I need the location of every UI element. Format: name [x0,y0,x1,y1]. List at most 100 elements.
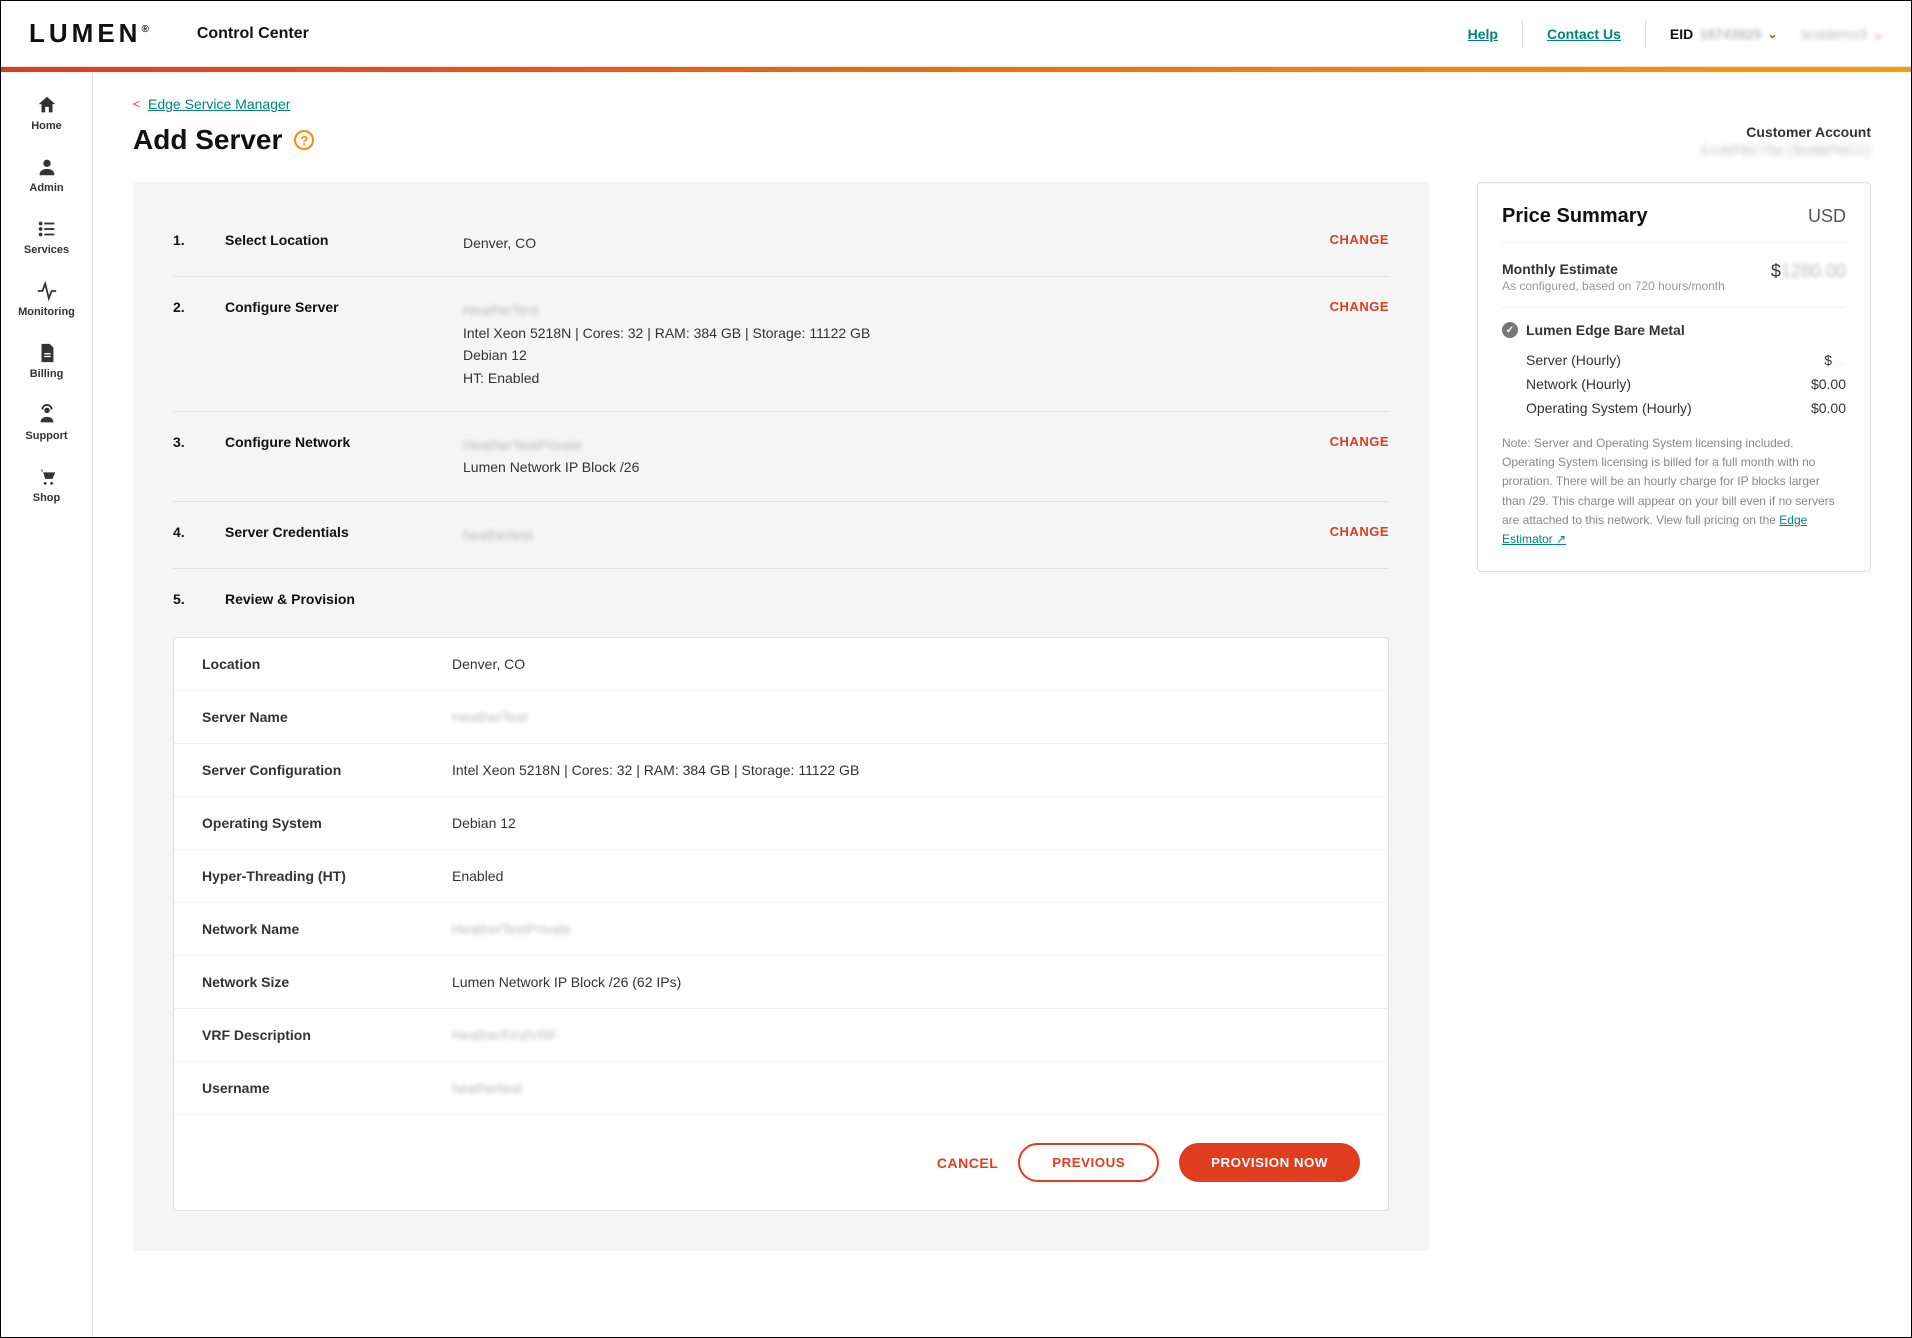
customer-account: Customer Account 5-LWP8C754 (TestBPNCC) [1700,124,1871,158]
monthly-estimate-sub: As configured, based on 720 hours/month [1502,279,1725,293]
review-row: Operating SystemDebian 12 [174,797,1388,850]
sidebar-item-label: Services [24,244,69,256]
wizard-panel: 1. Select Location Denver, CO CHANGE 2. … [133,182,1429,1251]
chevron-down-icon: ⌄ [1768,27,1778,41]
eid-dropdown[interactable]: EID 16743825 ⌄ [1670,26,1778,42]
product-name: Lumen Edge Bare Metal [1526,322,1685,338]
provision-now-button[interactable]: PROVISION NOW [1179,1143,1360,1182]
sidebar-item-monitoring[interactable]: Monitoring [1,268,92,330]
sidebar-item-home[interactable]: Home [1,82,92,144]
cancel-button[interactable]: CANCEL [937,1155,998,1171]
user-value: testdemo3 [1802,26,1867,42]
sidebar: Home Admin Services Monitoring Billing S… [1,72,93,1337]
step-number: 2. [173,299,197,389]
review-value: HeatherTest [452,709,1360,725]
line-item: Network (Hourly) $0.00 [1526,372,1846,396]
review-row: Server NameHeatherTest [174,691,1388,744]
server-ht: HT: Enabled [463,367,1302,389]
step-label: Server Credentials [225,524,435,546]
external-link-icon: ↗ [1556,532,1566,546]
review-value: Denver, CO [452,656,1360,672]
review-key: Network Name [202,921,452,937]
line-item-label: Server (Hourly) [1526,352,1621,368]
review-value: Enabled [452,868,1360,884]
step-label: Select Location [225,232,435,254]
review-row: LocationDenver, CO [174,638,1388,691]
step-label: Configure Server [225,299,435,389]
logo: LUMEN [29,18,149,49]
page-title: Add Server [133,124,282,156]
check-circle-icon: ✓ [1502,322,1518,338]
credentials-username: heathertest [463,524,1302,546]
help-link[interactable]: Help [1468,26,1498,42]
sidebar-item-support[interactable]: Support [1,392,92,454]
price-summary-title: Price Summary [1502,205,1648,228]
review-key: VRF Description [202,1027,452,1043]
eid-label: EID [1670,26,1693,42]
chevron-down-icon: ⌄ [1873,27,1883,41]
step-label: Configure Network [225,434,435,479]
chevron-left-icon: < [133,97,140,111]
help-circle-icon[interactable]: ? [294,130,314,150]
step-number: 5. [173,591,197,607]
review-row: Network SizeLumen Network IP Block /26 (… [174,956,1388,1009]
price-summary-panel: Price Summary USD Monthly Estimate As co… [1477,182,1871,572]
review-value: HeatherTestPrivate [452,921,1360,937]
review-row: Usernameheathertest [174,1062,1388,1114]
step-review-provision: 5. Review & Provision [173,569,1389,629]
previous-button[interactable]: PREVIOUS [1018,1143,1159,1182]
server-os: Debian 12 [463,344,1302,366]
sidebar-item-services[interactable]: Services [1,206,92,268]
review-value: HeatherFirstVRF [452,1027,1360,1043]
sidebar-item-billing[interactable]: Billing [1,330,92,392]
separator [1522,20,1523,48]
breadcrumb: < Edge Service Manager [133,96,1871,112]
step-number: 1. [173,232,197,254]
change-button[interactable]: CHANGE [1330,524,1389,546]
sidebar-item-label: Home [31,120,62,132]
review-value: Debian 12 [452,815,1360,831]
main-content: < Edge Service Manager Add Server ? Cust… [93,72,1911,1337]
step-number: 4. [173,524,197,546]
review-key: Hyper-Threading (HT) [202,868,452,884]
separator [1645,20,1646,48]
step-configure-network: 3. Configure Network HeatherTestPrivate … [173,412,1389,502]
review-key: Network Size [202,974,452,990]
customer-account-value: 5-LWP8C754 (TestBPNCC) [1700,142,1871,158]
review-value: heathertest [452,1080,1360,1096]
activity-icon [36,280,58,302]
network-name: HeatherTestPrivate [463,434,1302,456]
monthly-estimate-label: Monthly Estimate [1502,261,1725,277]
step-value: Denver, CO [463,232,1302,254]
step-value: HeatherTest Intel Xeon 5218N | Cores: 32… [463,299,1302,389]
server-spec: Intel Xeon 5218N | Cores: 32 | RAM: 384 … [463,322,1302,344]
monthly-estimate-value: $1280.00 [1771,261,1846,282]
step-label: Review & Provision [225,591,435,607]
user-dropdown[interactable]: testdemo3 ⌄ [1802,26,1883,42]
support-icon [36,404,58,426]
line-item-value: $0.00 [1811,376,1846,392]
pricing-note: Note: Server and Operating System licens… [1502,434,1846,549]
change-button[interactable]: CHANGE [1330,299,1389,389]
review-key: Username [202,1080,452,1096]
step-value: HeatherTestPrivate Lumen Network IP Bloc… [463,434,1302,479]
sidebar-item-label: Shop [33,492,61,504]
review-row: VRF DescriptionHeatherFirstVRF [174,1009,1388,1062]
review-value: Lumen Network IP Block /26 (62 IPs) [452,974,1360,990]
breadcrumb-link[interactable]: Edge Service Manager [148,96,290,112]
line-item-label: Network (Hourly) [1526,376,1631,392]
step-configure-server: 2. Configure Server HeatherTest Intel Xe… [173,277,1389,412]
user-icon [36,156,58,178]
currency-label: USD [1808,206,1846,227]
step-select-location: 1. Select Location Denver, CO CHANGE [173,210,1389,277]
step-value: heathertest [463,524,1302,546]
sidebar-item-shop[interactable]: Shop [1,454,92,516]
line-item: Operating System (Hourly)$0.00 [1526,396,1846,420]
sidebar-item-admin[interactable]: Admin [1,144,92,206]
review-row: Hyper-Threading (HT)Enabled [174,850,1388,903]
change-button[interactable]: CHANGE [1330,232,1389,254]
server-name: HeatherTest [463,299,1302,321]
contact-us-link[interactable]: Contact Us [1547,26,1621,42]
change-button[interactable]: CHANGE [1330,434,1389,479]
invoice-icon [36,342,58,364]
